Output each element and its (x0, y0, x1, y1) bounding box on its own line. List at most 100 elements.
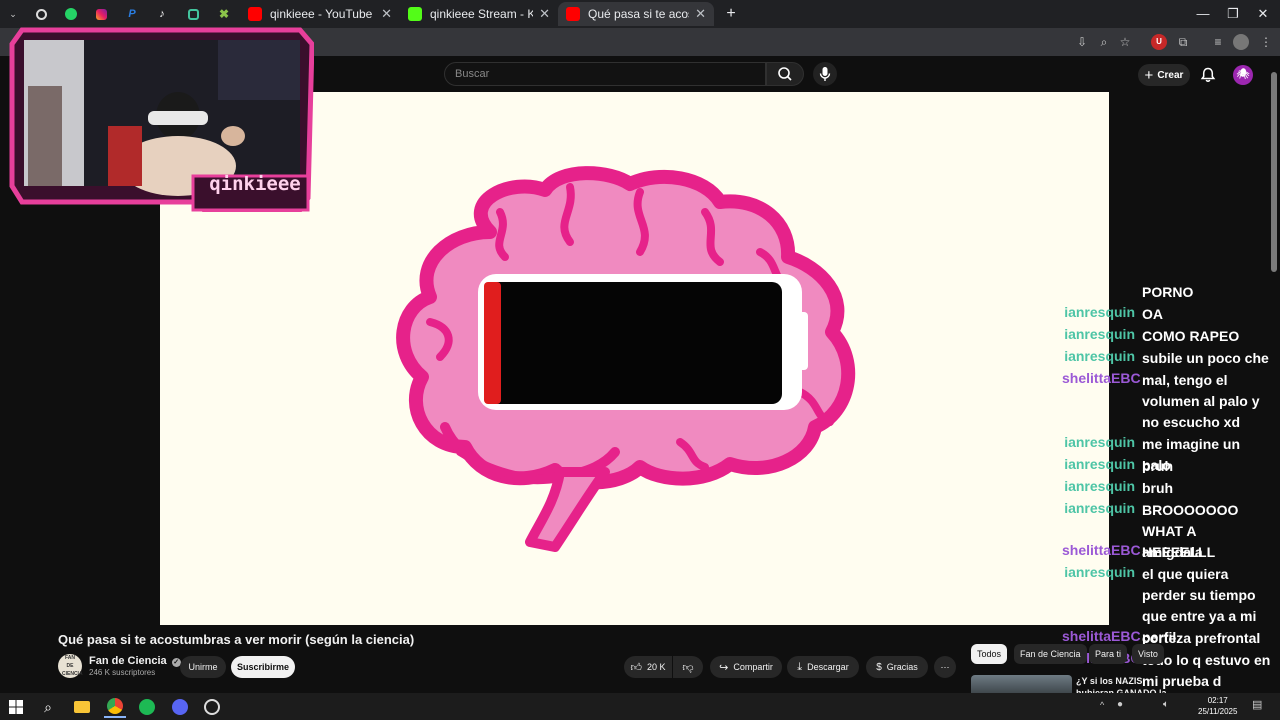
system-tray-chevron-icon[interactable]: ^ (1100, 700, 1104, 710)
chevron-down-icon: ⌄ (9, 8, 17, 19)
chat-message: ianresquin COMO RAPEO (1062, 326, 1280, 347)
close-icon[interactable]: ✕ (381, 6, 392, 22)
tab-youtube-channel[interactable]: qinkieee - YouTube ✕ (240, 2, 400, 26)
pinned-tab-tiktok[interactable]: ♪ (151, 4, 173, 24)
like-button[interactable]: 👍︎ 20 K (624, 656, 672, 678)
taskbar-discord[interactable] (169, 696, 191, 718)
ublock-icon[interactable]: U (1151, 34, 1167, 50)
new-tab-button[interactable]: + (716, 4, 746, 24)
bookmark-star-icon[interactable]: ☆ (1117, 34, 1133, 50)
tab-title: qinkieee Stream - Kick Dashboard (430, 7, 534, 21)
thanks-button[interactable]: $ Gracias (866, 656, 928, 678)
volume-icon[interactable]: 🔈︎ (1163, 699, 1169, 710)
kick-icon (408, 7, 422, 21)
chat-message: shelittaEBC mal, tengo el volumen al palo… (1062, 370, 1280, 433)
install-app-icon[interactable]: ⇩ (1074, 34, 1090, 50)
account-avatar[interactable]: 🕷 (1233, 65, 1253, 85)
tab-kick-dashboard[interactable]: qinkieee Stream - Kick Dashboard ✕ (400, 2, 558, 26)
chat-text: subile un poco che (1142, 350, 1269, 366)
taskbar-spotify[interactable] (136, 696, 158, 718)
chat-message: ianresquin bruh (1062, 478, 1280, 499)
windows-taskbar (0, 693, 1280, 720)
puzzle-icon: ✖ (218, 7, 230, 21)
microphone-tray-icon[interactable]: ● (1117, 699, 1123, 710)
share-button[interactable]: ↪ Compartir (710, 656, 782, 678)
thumbs-down-icon: 👎︎ (682, 661, 694, 674)
minimize-button[interactable]: — (1188, 4, 1218, 24)
youtube-icon (248, 7, 262, 21)
channel-name[interactable]: Fan de Ciencia ✓ (89, 655, 181, 667)
clock-time: 02:17 (1207, 696, 1228, 705)
chat-username: ianresquin (1064, 304, 1135, 320)
search-input[interactable]: Buscar (444, 62, 766, 86)
tiktok-icon: ♪ (159, 8, 165, 20)
subscribe-button[interactable]: Suscribirme (231, 656, 295, 678)
extensions-icon[interactable]: ⧉ (1175, 34, 1191, 50)
close-icon[interactable]: ✕ (539, 6, 550, 22)
channel-avatar[interactable]: FAN DE CIENCIA (58, 654, 83, 678)
search-icon: ⌕ (44, 698, 52, 715)
youtube-icon (566, 7, 580, 21)
thanks-label: Gracias (886, 662, 918, 672)
obs-icon (204, 699, 220, 715)
profile-avatar[interactable] (1233, 34, 1249, 50)
search-button[interactable] (766, 62, 804, 86)
download-label: Descargar (807, 662, 849, 672)
tab-video-active[interactable]: Qué pasa si te acostumbras a ver morir (… (558, 2, 714, 26)
spotify-icon (139, 699, 155, 715)
instagram-icon (95, 8, 107, 20)
dislike-button[interactable]: 👎︎ (673, 656, 703, 678)
chip-for-you[interactable]: Para ti (1089, 644, 1128, 664)
chip-watched[interactable]: Visto (1132, 644, 1164, 664)
chat-text: amígdala (1142, 544, 1203, 560)
taskbar-clock[interactable]: 02:17 25/11/2025 (1198, 695, 1237, 717)
taskbar-file-explorer[interactable] (71, 696, 93, 718)
chat-message: shelittaEBC amígdala (1062, 542, 1280, 563)
voice-search-button[interactable] (813, 62, 837, 86)
close-window-button[interactable]: ✕ (1248, 4, 1278, 24)
chat-username: ianresquin (1064, 348, 1135, 364)
discord-icon (172, 699, 188, 715)
tab-title: Qué pasa si te acostumbras a ver morir (… (588, 7, 689, 21)
zoom-icon[interactable]: ⌕ (1096, 34, 1112, 50)
pinned-tab-instagram[interactable] (90, 4, 112, 24)
chat-text: PORNO (1142, 284, 1194, 300)
download-button[interactable]: ⤓ Descargar (787, 656, 859, 678)
paypal-icon: P (128, 8, 136, 20)
video-title: Qué pasa si te acostumbras a ver morir (… (58, 632, 415, 647)
notification-center-icon[interactable]: ▤ (1252, 698, 1262, 711)
tab-search-dropdown[interactable]: ⌄ (2, 4, 24, 24)
pinned-tab-chatgpt[interactable] (30, 4, 52, 24)
pinned-tab-app[interactable] (182, 4, 204, 24)
like-count: 20 K (646, 662, 666, 672)
kebab-menu-icon[interactable]: ⋮ (1258, 34, 1274, 50)
subscribe-label: Suscribirme (236, 662, 290, 672)
more-actions-button[interactable]: ⋯ (934, 656, 956, 678)
page-scrollbar[interactable] (1271, 72, 1277, 272)
taskbar-chrome[interactable] (104, 696, 126, 718)
taskbar-search[interactable]: ⌕ (37, 696, 59, 718)
start-button[interactable] (5, 696, 27, 718)
create-button[interactable]: + Crear (1138, 64, 1190, 86)
chip-channel[interactable]: Fan de Ciencia (1014, 644, 1087, 664)
chip-all[interactable]: Todos (971, 644, 1008, 664)
close-icon[interactable]: ✕ (695, 6, 706, 22)
pinned-tab-whatsapp[interactable] (60, 4, 82, 24)
notifications-button[interactable] (1199, 66, 1217, 84)
chat-username: ianresquin (1064, 478, 1135, 494)
plus-icon: + (1144, 66, 1154, 84)
media-control-icon[interactable]: ≡ (1210, 34, 1226, 50)
taskbar-obs[interactable] (201, 696, 223, 718)
subscriber-count: 246 K suscriptores (89, 668, 156, 677)
pinned-tab-extension[interactable]: ✖ (213, 4, 235, 24)
browser-tab-strip: ⌄ P ♪ ✖ qinkieee - YouTube ✕ qinkieee St… (0, 0, 1280, 28)
chat-text: COMO RAPEO (1142, 328, 1240, 344)
chat-message: ianresquin subile un poco che (1062, 348, 1280, 369)
chat-message: ianresquin OA (1062, 304, 1280, 325)
restore-button[interactable]: ❐ (1218, 4, 1248, 24)
pinned-tab-paypal[interactable]: P (121, 4, 143, 24)
join-button[interactable]: Unirme (180, 656, 226, 678)
streamer-webcam-overlay: qinkieee (8, 26, 314, 212)
chat-text: bruh (1142, 458, 1174, 474)
openai-icon (35, 8, 47, 20)
